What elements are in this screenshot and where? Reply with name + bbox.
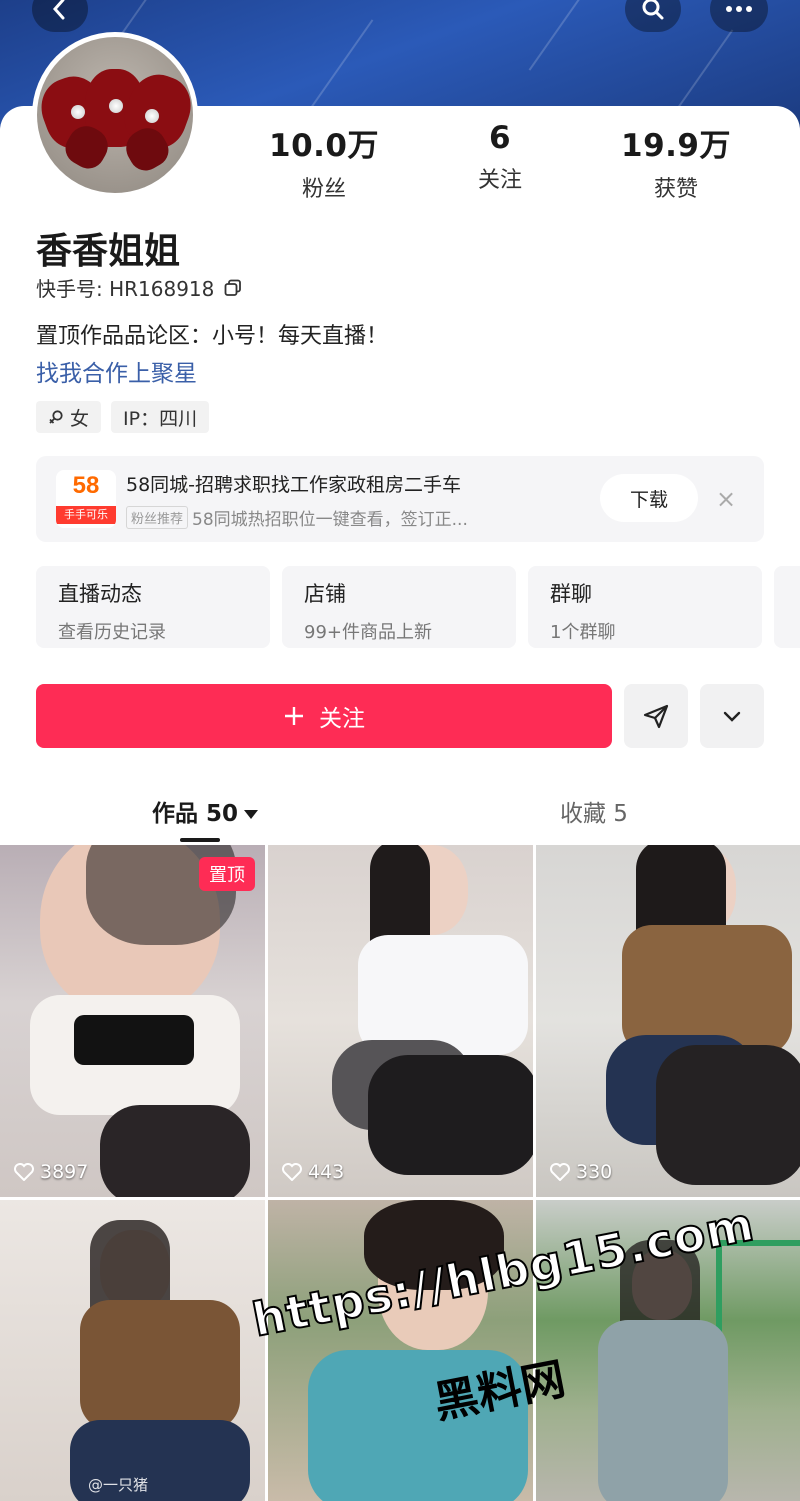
like-count-value: 3897 xyxy=(40,1161,89,1183)
chevron-left-icon xyxy=(52,0,65,20)
entry-subtitle: 查看历史记录 xyxy=(58,622,166,643)
plus-icon xyxy=(285,707,303,725)
ad-subtitle-row: 粉丝推荐 58同城热招职位一键查看，签订正... xyxy=(126,505,468,530)
video-grid: 置顶 3897 443 330 @一只猪 xyxy=(0,845,800,1501)
ip-tag: IP：四川 xyxy=(111,401,210,433)
stat-value: 6 xyxy=(488,120,512,156)
tab-works[interactable]: 作品 50 xyxy=(152,794,259,828)
send-icon xyxy=(643,704,669,729)
follow-button[interactable]: 关注 xyxy=(36,684,612,748)
content-tabs: 作品 50 收藏 5 xyxy=(0,786,800,844)
like-count: 443 xyxy=(282,1161,344,1183)
like-count-value: 443 xyxy=(308,1161,345,1183)
heart-icon xyxy=(14,1163,34,1181)
video-tile[interactable]: 330 xyxy=(536,845,800,1197)
profile-tags: 女 IP：四川 xyxy=(36,401,210,433)
entry-title: 直播动态 xyxy=(58,582,142,606)
ad-title: 58同城-招聘求职找工作家政租房二手车 xyxy=(126,474,462,496)
search-icon xyxy=(642,0,664,20)
video-tile[interactable]: 443 xyxy=(268,845,533,1197)
stat-label: 获赞 xyxy=(653,177,698,202)
entry-subtitle: 99+件商品上新 xyxy=(304,622,432,643)
stat-value: 19.9万 xyxy=(621,128,731,164)
tab-indicator xyxy=(180,838,220,842)
video-credit: @一只猪 xyxy=(88,1476,149,1494)
gender-label: 女 xyxy=(70,407,90,430)
close-icon[interactable]: × xyxy=(716,484,736,514)
user-id-row: 快手号: HR168918 xyxy=(36,273,242,302)
entry-row: 直播动态 查看历史记录 店铺 99+件商品上新 群聊 1个群聊 xyxy=(36,566,800,648)
banner-streak xyxy=(528,0,594,71)
avatar[interactable] xyxy=(32,32,198,198)
stat-label: 粉丝 xyxy=(301,177,346,202)
heart-icon xyxy=(282,1163,302,1181)
chevron-down-icon xyxy=(723,711,741,722)
tab-works-label: 作品 50 xyxy=(152,801,239,827)
expand-button[interactable] xyxy=(700,684,764,748)
profile-bio: 置顶作品品论区：小号！每天直播！ xyxy=(36,324,389,349)
entry-shop[interactable]: 店铺 99+件商品上新 xyxy=(282,566,516,648)
heart-icon xyxy=(550,1163,570,1181)
female-icon xyxy=(49,410,63,424)
entry-more[interactable] xyxy=(774,566,800,648)
cooperation-link[interactable]: 找我合作上聚星 xyxy=(36,354,197,388)
ad-badge: 粉丝推荐 xyxy=(126,506,189,529)
ad-subtitle: 58同城热招职位一键查看，签订正... xyxy=(192,510,468,530)
profile-card: 10.0万 粉丝 6 关注 19.9万 获赞 香香姐姐 快手号: HR16891… xyxy=(0,32,800,846)
like-count: 330 xyxy=(550,1161,612,1183)
gender-tag: 女 xyxy=(36,401,102,433)
more-icon xyxy=(726,6,752,12)
user-id: 快手号: HR168918 xyxy=(36,277,215,301)
logo-text: 58 xyxy=(72,472,100,499)
like-count-value: 330 xyxy=(576,1161,613,1183)
follow-label: 关注 xyxy=(319,706,365,732)
stat-label: 关注 xyxy=(477,168,522,193)
like-count: 3897 xyxy=(14,1161,88,1183)
ad-banner[interactable]: 58 手手可乐 58同城-招聘求职找工作家政租房二手车 粉丝推荐 58同城热招职… xyxy=(36,456,764,542)
video-tile[interactable]: 置顶 3897 xyxy=(0,845,265,1197)
app-logo: 58 手手可乐 xyxy=(56,470,116,528)
share-button[interactable] xyxy=(624,684,688,748)
entry-title: 店铺 xyxy=(304,582,346,606)
stat-following[interactable]: 6 关注 xyxy=(420,120,580,194)
stat-followers[interactable]: 10.0万 粉丝 xyxy=(244,120,404,203)
tab-favorites[interactable]: 收藏 5 xyxy=(560,794,628,828)
pinned-badge: 置顶 xyxy=(199,857,255,891)
entry-group-chat[interactable]: 群聊 1个群聊 xyxy=(528,566,762,648)
copy-icon[interactable] xyxy=(224,279,242,297)
entry-title: 群聊 xyxy=(550,582,592,606)
stat-value: 10.0万 xyxy=(269,128,379,164)
entry-subtitle: 1个群聊 xyxy=(550,622,616,643)
profile-name: 香香姐姐 xyxy=(36,231,181,272)
video-tile[interactable]: @一只猪 xyxy=(0,1200,265,1501)
download-button[interactable]: 下载 xyxy=(600,474,698,522)
stat-likes[interactable]: 19.9万 获赞 xyxy=(596,120,756,203)
logo-strip: 手手可乐 xyxy=(56,506,116,524)
ip-label: IP：四川 xyxy=(123,407,198,430)
banner-streak xyxy=(308,19,374,111)
entry-live[interactable]: 直播动态 查看历史记录 xyxy=(36,566,270,648)
caret-down-icon xyxy=(244,810,259,819)
